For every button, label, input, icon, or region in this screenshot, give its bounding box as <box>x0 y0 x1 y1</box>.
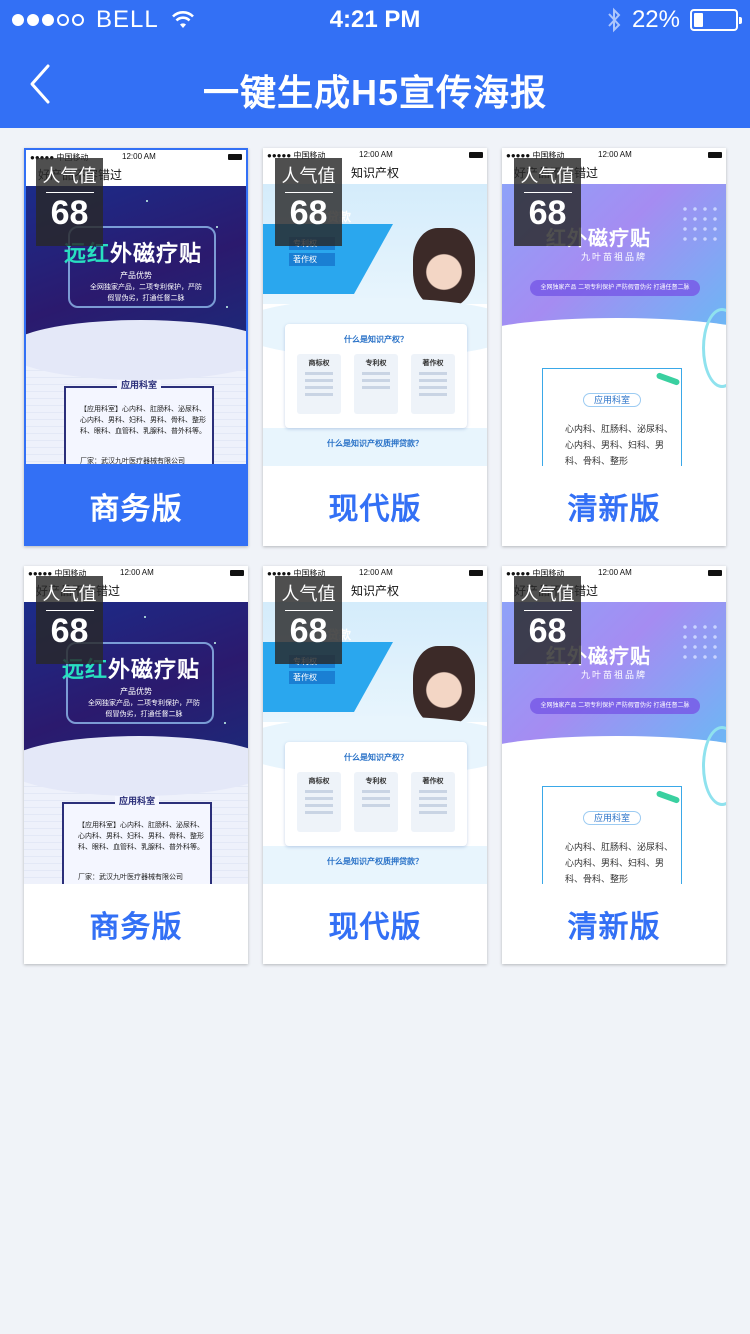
preview-wave <box>502 736 726 776</box>
template-card-modern[interactable]: ●●●●● 中国移动 12:00 AM 知识产权 押贷款 专利权 著作权 什么是… <box>263 148 487 546</box>
template-label: 清新版 <box>567 493 661 526</box>
template-card-fresh[interactable]: ●●●●● 中国移动 12:00 AM 好产品不容错过 红外磁疗贴 九叶苗祖品牌… <box>502 148 726 546</box>
woman-photo <box>413 228 475 308</box>
status-right: 22% <box>606 6 742 34</box>
preview-info-panel: 什么是知识产权？ 商标权 专利权 著作权 <box>285 742 467 846</box>
battery-fill <box>694 13 703 27</box>
preview-info-box: 应用科室 【应用科室】心内科、肛肠科、泌尿科、心内科、男科、妇科、男科、骨科、整… <box>64 380 214 464</box>
popularity-badge: 人气值 68 <box>36 158 103 246</box>
popularity-value: 68 <box>50 612 89 650</box>
popularity-label: 人气值 <box>520 166 575 186</box>
preview-subtitle: 产品优势 <box>120 687 152 696</box>
popularity-value: 68 <box>50 194 89 232</box>
template-grid: ●●●●● 中国移动 12:00 AM 好产品不容错过 远红外磁疗贴 产品优势 … <box>24 148 726 964</box>
page-title: 一键生成H5宣传海报 <box>202 72 548 113</box>
template-label: 现代版 <box>328 493 422 526</box>
popularity-label: 人气值 <box>42 584 97 604</box>
popularity-badge: 人气值 68 <box>36 576 103 664</box>
woman-photo <box>413 646 475 726</box>
preview-info-box: 应用科室 【应用科室】心内科、肛肠科、泌尿科、心内科、男科、妇科、男科、骨科、整… <box>62 796 212 884</box>
preview-info-box: 应用科室 心内科、肛肠科、泌尿科、心内科、男科、妇科、男科、骨科、整形 <box>542 786 682 884</box>
preview-description: 全网独家产品，二项专利保护，严防假冒伪劣，打通任督二脉 <box>90 284 202 302</box>
preview-info-box: 应用科室 心内科、肛肠科、泌尿科、心内科、男科、妇科、男科、骨科、整形 <box>542 368 682 466</box>
popularity-label: 人气值 <box>281 584 336 604</box>
template-label: 清新版 <box>567 911 661 944</box>
preview-description: 全网独家产品 二项专利保护 严防假冒伪劣 打通任督二脉 <box>530 698 700 714</box>
template-card-fresh[interactable]: ●●●●● 中国移动 12:00 AM 好产品不容错过 红外磁疗贴 九叶苗祖品牌… <box>502 566 726 964</box>
preview-info-panel: 什么是知识产权？ 商标权 专利权 著作权 <box>285 324 467 428</box>
template-label: 商务版 <box>89 911 183 944</box>
popularity-badge: 人气值 68 <box>514 576 581 664</box>
preview-description: 全网独家产品 二项专利保护 严防假冒伪劣 打通任督二脉 <box>530 280 700 296</box>
popularity-badge: 人气值 68 <box>275 576 342 664</box>
popularity-label: 人气值 <box>281 166 336 186</box>
preview-wave <box>26 320 246 380</box>
popularity-value: 68 <box>289 194 328 232</box>
preview-wave <box>502 318 726 358</box>
preview-subtitle: 九叶苗祖品牌 <box>580 670 647 680</box>
bluetooth-icon <box>608 7 621 33</box>
popularity-value: 68 <box>528 194 567 232</box>
template-card-business[interactable]: ●●●●● 中国移动 12:00 AM 好产品不容错过 远红外磁疗贴 产品优势 … <box>24 566 248 964</box>
app-header: BELL 4:21 PM 22% 一键生成H5宣传海报 <box>0 0 750 128</box>
popularity-badge: 人气值 68 <box>275 158 342 246</box>
preview-question: 什么是知识产权质押贷款？ <box>327 857 423 866</box>
battery-icon <box>690 9 742 31</box>
popularity-label: 人气值 <box>42 166 97 186</box>
popularity-value: 68 <box>528 612 567 650</box>
preview-description: 全网独家产品，二项专利保护，严防假冒伪劣，打通任督二脉 <box>88 700 200 718</box>
nav-bar: 一键生成H5宣传海报 <box>0 40 750 128</box>
template-card-business[interactable]: ●●●●● 中国移动 12:00 AM 好产品不容错过 远红外磁疗贴 产品优势 … <box>24 148 248 546</box>
preview-subtitle: 九叶苗祖品牌 <box>580 252 647 262</box>
popularity-label: 人气值 <box>520 584 575 604</box>
template-card-modern[interactable]: ●●●●● 中国移动 12:00 AM 知识产权 押贷款 专利权 著作权 什么是… <box>263 566 487 964</box>
template-label: 商务版 <box>89 493 183 526</box>
preview-subtitle: 产品优势 <box>120 271 152 280</box>
template-label: 现代版 <box>328 911 422 944</box>
battery-percent: 22% <box>631 6 680 33</box>
preview-question: 什么是知识产权质押贷款？ <box>327 439 423 448</box>
status-bar: BELL 4:21 PM 22% <box>0 0 750 40</box>
popularity-badge: 人气值 68 <box>514 158 581 246</box>
preview-wave <box>24 736 248 796</box>
popularity-value: 68 <box>289 612 328 650</box>
